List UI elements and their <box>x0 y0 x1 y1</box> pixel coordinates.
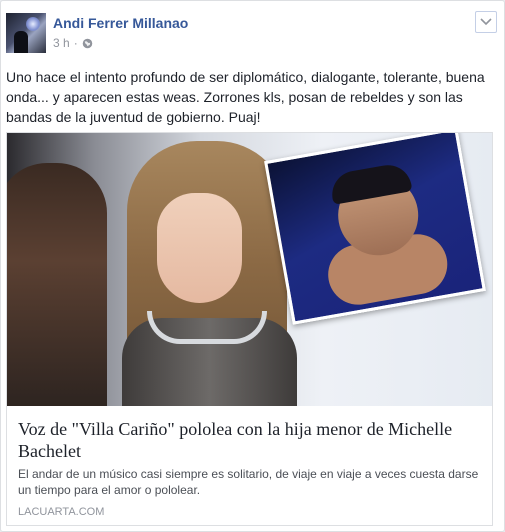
avatar-glow <box>26 17 40 31</box>
link-image[interactable] <box>7 133 492 406</box>
headphones <box>147 311 267 344</box>
chevron-down-icon <box>480 13 492 31</box>
avatar-figure <box>14 31 28 53</box>
girl-face <box>157 193 242 303</box>
link-title[interactable]: Voz de "Villa Cariño" pololea con la hij… <box>18 418 478 462</box>
author-name[interactable]: Andi Ferrer Millanao <box>53 15 188 31</box>
link-preview[interactable]: Voz de "Villa Cariño" pololea con la hij… <box>6 132 493 526</box>
link-domain: LACUARTA.COM <box>18 506 105 518</box>
meta-separator: · <box>73 36 78 50</box>
post-card: Andi Ferrer Millanao 3 h · Uno hace el i… <box>0 0 505 532</box>
globe-icon[interactable] <box>82 38 93 49</box>
avatar[interactable] <box>6 13 46 53</box>
post-time[interactable]: 3 h <box>53 36 70 50</box>
link-description: El andar de un músico casi siempre es so… <box>18 467 479 497</box>
post-options-button[interactable] <box>475 11 497 33</box>
post-meta: 3 h · <box>53 36 93 50</box>
singer-inset-photo <box>264 133 486 325</box>
background-person <box>7 163 107 406</box>
post-text: Uno hace el intento profundo de ser dipl… <box>6 69 485 125</box>
